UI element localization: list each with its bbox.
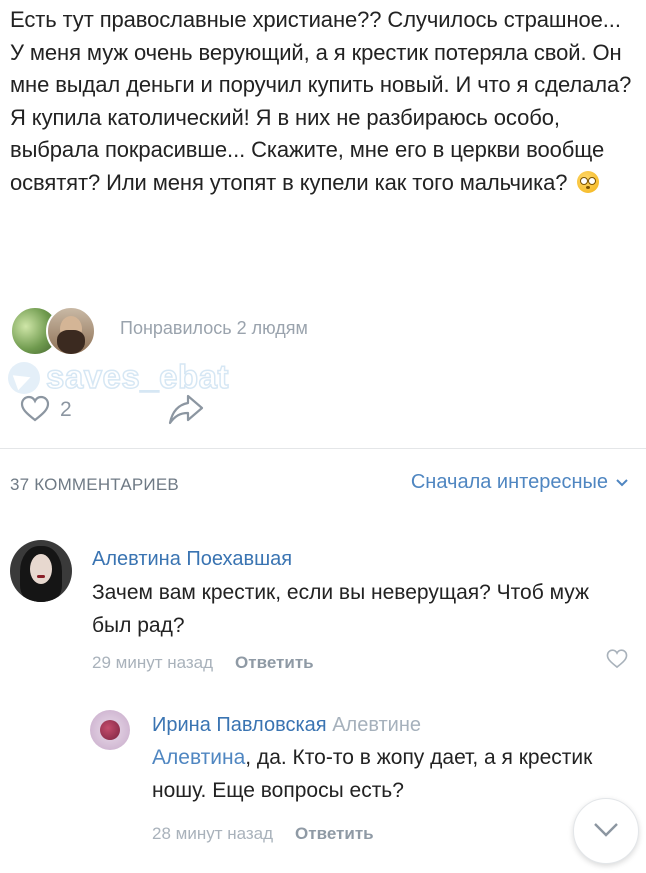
comment-text: Алевтина, да. Кто-то в жопу дает, а я кр… bbox=[152, 741, 632, 807]
comment-time[interactable]: 28 минут назад bbox=[152, 824, 273, 844]
post-body: Есть тут православные христиане?? Случил… bbox=[10, 7, 632, 195]
comment-author-line: Ирина Павловская Алевтине bbox=[152, 714, 421, 737]
comments-count: 37 КОММЕНТАРИЕВ bbox=[10, 475, 179, 494]
comment: Алевтина Поехавшая Зачем вам крестик, ес… bbox=[10, 540, 636, 690]
comment-reply: Ирина Павловская Алевтине Алевтина, да. … bbox=[90, 710, 646, 860]
scroll-down-button[interactable] bbox=[573, 798, 639, 864]
comment-text: Зачем вам крестик, если вы неверущая? Чт… bbox=[92, 581, 590, 637]
comment-author[interactable]: Ирина Павловская bbox=[152, 714, 327, 736]
avatar[interactable] bbox=[90, 710, 130, 750]
post-actions: 2 bbox=[20, 392, 270, 432]
watermark-text: saves_ebat bbox=[45, 357, 229, 396]
mention-link[interactable]: Алевтина bbox=[152, 746, 245, 769]
share-icon[interactable] bbox=[168, 392, 204, 426]
reply-button[interactable]: Ответить bbox=[235, 653, 314, 673]
reply-button[interactable]: Ответить bbox=[295, 824, 374, 844]
reply-to[interactable]: Алевтине bbox=[332, 714, 421, 736]
like-count: 2 bbox=[60, 398, 72, 421]
divider bbox=[0, 448, 646, 449]
avatar[interactable] bbox=[10, 540, 72, 602]
comment-meta: 29 минут назад Ответить bbox=[92, 653, 314, 673]
sort-label[interactable]: Сначала интересные bbox=[411, 471, 608, 494]
likes-summary[interactable]: Понравилось 2 людям bbox=[120, 318, 308, 339]
flushed-face-icon bbox=[577, 170, 600, 193]
comment-meta: 28 минут назад Ответить bbox=[152, 824, 374, 844]
chevron-down-icon[interactable] bbox=[616, 478, 628, 487]
likes-row[interactable]: Понравилось 2 людям bbox=[10, 306, 410, 356]
chevron-down-icon bbox=[594, 823, 618, 837]
heart-icon[interactable] bbox=[606, 648, 628, 670]
sort-dropdown[interactable]: Сначала интересные bbox=[411, 471, 628, 494]
telegram-icon bbox=[8, 362, 40, 394]
comment-author[interactable]: Алевтина Поехавшая bbox=[92, 548, 292, 571]
heart-icon[interactable] bbox=[20, 394, 50, 424]
liker-avatar[interactable] bbox=[46, 306, 96, 356]
comment-time[interactable]: 29 минут назад bbox=[92, 653, 213, 673]
post-text: Есть тут православные христиане?? Случил… bbox=[10, 4, 636, 200]
